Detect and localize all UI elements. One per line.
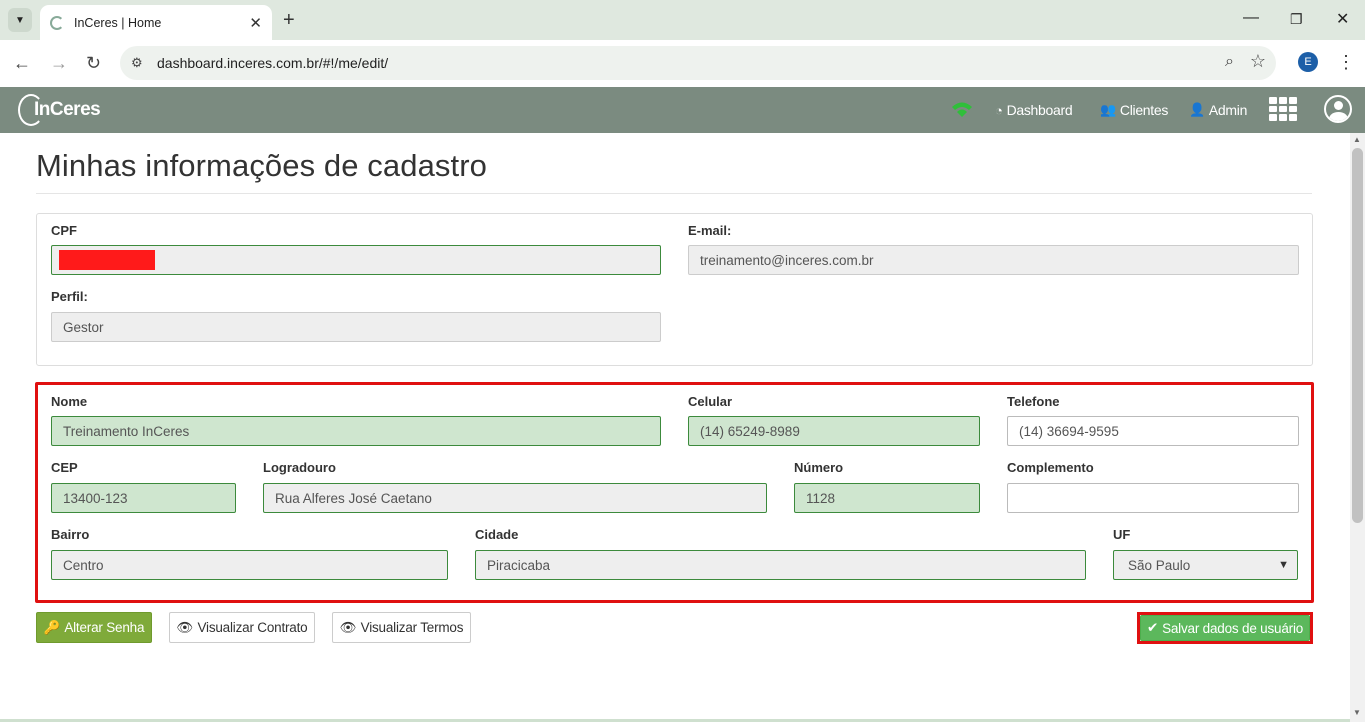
user-plus-icon: 👤 [1189, 102, 1205, 117]
salvar-dados-label: Salvar dados de usuário [1162, 620, 1304, 636]
cep-label: CEP [51, 460, 78, 475]
uf-selected-value: São Paulo [1128, 557, 1191, 573]
page-scrollbar[interactable]: ▲ ▼ [1350, 133, 1365, 722]
bairro-input[interactable]: Centro [51, 550, 448, 580]
check-icon: ✔ [1146, 620, 1159, 635]
nav-clientes[interactable]: 👥 Clientes [1100, 87, 1168, 133]
eye-icon: 👁 [176, 619, 194, 635]
app-header: InCeres ◔ Dashboard 👥 Clientes 👤 Admin [0, 87, 1365, 133]
zoom-icon[interactable]: ⌕ [1225, 53, 1234, 71]
perfil-label: Perfil: [51, 289, 88, 304]
nav-dashboard[interactable]: ◔ Dashboard [995, 87, 1073, 133]
page-title: Minhas informações de cadastro [36, 148, 488, 183]
salvar-dados-button[interactable]: ✔ Salvar dados de usuário [1140, 615, 1310, 641]
nav-admin[interactable]: 👤 Admin [1189, 87, 1247, 133]
celular-label: Celular [688, 394, 733, 409]
browser-tabstrip: ▼ InCeres | Home ✕ + — ❐ ✕ [0, 0, 1365, 40]
nome-input[interactable]: Treinamento InCeres [51, 416, 661, 446]
nome-label: Nome [51, 394, 88, 409]
browser-tab[interactable]: InCeres | Home ✕ [40, 5, 272, 40]
new-tab-icon[interactable]: + [283, 9, 295, 32]
url-text[interactable]: dashboard.inceres.com.br/#!/me/edit/ [157, 55, 388, 71]
users-icon: 👥 [1100, 102, 1116, 117]
minimize-icon[interactable]: — [1243, 9, 1259, 27]
email-field[interactable]: treinamento@inceres.com.br [688, 245, 1299, 275]
bookmark-star-icon[interactable]: ☆ [1250, 51, 1266, 72]
perfil-field[interactable]: Gestor [51, 312, 661, 342]
alterar-senha-button[interactable]: 🔑 Alterar Senha [36, 612, 152, 643]
user-account-icon[interactable] [1324, 95, 1352, 123]
email-label: E-mail: [688, 223, 732, 238]
logo-text: InCeres [34, 99, 101, 120]
favicon-icon [50, 15, 64, 30]
telefone-label: Telefone [1007, 394, 1060, 409]
site-settings-icon[interactable]: ⚙ [131, 55, 143, 71]
cpf-label: CPF [51, 223, 77, 238]
reload-icon[interactable]: ↻ [86, 53, 101, 74]
cep-input[interactable]: 13400-123 [51, 483, 236, 513]
cidade-label: Cidade [475, 527, 519, 542]
cidade-input[interactable]: Piracicaba [475, 550, 1086, 580]
close-window-icon[interactable]: ✕ [1336, 9, 1349, 29]
key-icon: 🔑 [43, 619, 61, 635]
alterar-senha-label: Alterar Senha [64, 620, 145, 635]
scroll-thumb[interactable] [1352, 148, 1363, 523]
profile-avatar[interactable]: E [1298, 52, 1318, 72]
restore-icon[interactable]: ❐ [1290, 11, 1303, 28]
complemento-input[interactable] [1007, 483, 1299, 513]
scroll-up-icon[interactable]: ▲ [1353, 135, 1361, 144]
chevron-down-icon: ▼ [1278, 559, 1289, 571]
tab-title: InCeres | Home [74, 15, 162, 30]
scroll-down-icon[interactable]: ▼ [1353, 708, 1361, 717]
title-divider [36, 193, 1312, 194]
dashboard-icon: ◔ [995, 102, 1003, 118]
back-icon[interactable]: ← [13, 53, 31, 74]
numero-label: Número [794, 460, 844, 475]
browser-menu-icon[interactable]: ⋮ [1337, 52, 1355, 73]
complemento-label: Complemento [1007, 460, 1094, 475]
visualizar-contrato-button[interactable]: 👁 Visualizar Contrato [169, 612, 315, 643]
uf-label: UF [1113, 527, 1131, 542]
logradouro-label: Logradouro [263, 460, 336, 475]
nav-dashboard-label: Dashboard [1006, 102, 1073, 118]
redacted-cpf [59, 250, 155, 270]
visualizar-contrato-label: Visualizar Contrato [197, 620, 308, 635]
tab-search-chevron-icon[interactable]: ▼ [8, 8, 32, 32]
close-tab-icon[interactable]: ✕ [249, 14, 262, 32]
inceres-logo[interactable]: InCeres [18, 92, 101, 128]
nav-admin-label: Admin [1208, 102, 1248, 118]
numero-input[interactable]: 1128 [794, 483, 980, 513]
logradouro-input[interactable]: Rua Alferes José Caetano [263, 483, 767, 513]
cpf-field[interactable] [51, 245, 661, 275]
wifi-icon [952, 102, 972, 117]
uf-select[interactable]: São Paulo ▼ [1113, 550, 1298, 580]
bairro-label: Bairro [51, 527, 90, 542]
account-panel [36, 213, 1313, 366]
browser-toolbar: ← → ↻ ⚙ dashboard.inceres.com.br/#!/me/e… [0, 40, 1365, 87]
apps-grid-icon[interactable] [1269, 97, 1297, 121]
visualizar-termos-label: Visualizar Termos [360, 620, 464, 635]
forward-icon[interactable]: → [50, 53, 68, 74]
eye-icon: 👁 [339, 619, 357, 635]
telefone-input[interactable]: (14) 36694-9595 [1007, 416, 1299, 446]
address-bar[interactable]: ⚙ dashboard.inceres.com.br/#!/me/edit/ ⌕… [120, 46, 1276, 80]
nav-clientes-label: Clientes [1119, 102, 1169, 118]
visualizar-termos-button[interactable]: 👁 Visualizar Termos [332, 612, 471, 643]
celular-input[interactable]: (14) 65249-8989 [688, 416, 980, 446]
